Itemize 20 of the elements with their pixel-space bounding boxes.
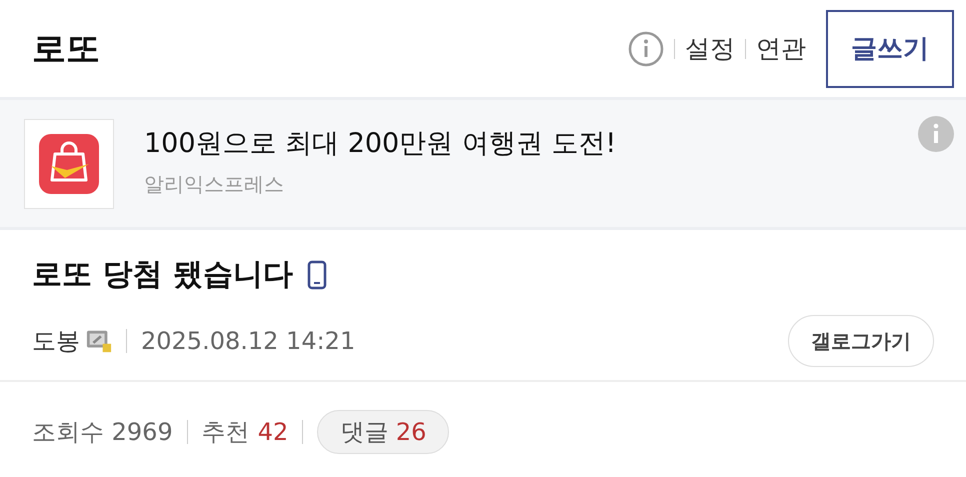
recommend-count: 42 [258,418,288,446]
post-title: 로또 당첨 됐습니다 [32,256,293,294]
recommend-label: 추천 [202,417,250,448]
write-button[interactable]: 글쓰기 [826,10,954,88]
comment-button[interactable]: 댓글 26 [317,410,450,454]
header-link[interactable]: 연관 [756,32,806,65]
app-icon [24,118,114,208]
user-badge-icon [86,328,112,354]
post-date: 2025.08.12 14:21 [141,327,356,355]
ad-headline: 100원으로 최대 200만원 여행권 도전! [144,127,616,161]
board-title: 로또 [32,28,100,70]
ad-banner[interactable]: 100원으로 최대 200만원 여행권 도전! 알리익스프레스 [0,100,966,230]
author-name[interactable]: 도봉 [32,325,80,357]
header-link[interactable]: 설정 [685,32,735,65]
view-count: 조회수 2969 [32,417,173,448]
gallog-button[interactable]: 갤로그가기 [788,315,934,367]
advertiser-name: 알리익스프레스 [144,171,285,198]
info-icon[interactable] [918,116,954,152]
phone-icon [306,260,327,290]
info-icon[interactable] [628,30,664,66]
